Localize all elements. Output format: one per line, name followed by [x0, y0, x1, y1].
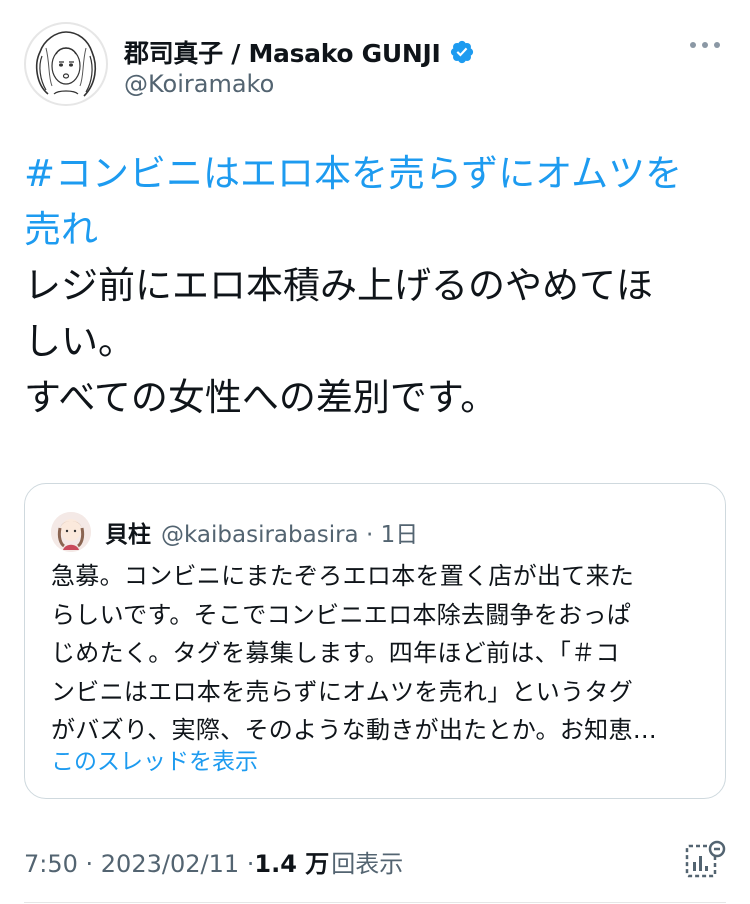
- tweet-body-line-3: すべての女性への差別です。: [24, 376, 498, 419]
- quoted-tweet-card[interactable]: 貝柱 @kaibasirabasira · 1日 急募。コンビニにまたぞろエロ本…: [24, 483, 726, 799]
- verified-badge-icon: [450, 40, 473, 64]
- more-icon[interactable]: [690, 42, 720, 52]
- hashtag-line-1[interactable]: #コンビニはエロ本を売らずにオムツを: [24, 152, 682, 195]
- author-avatar[interactable]: [24, 22, 108, 106]
- tweet-text: #コンビニはエロ本を売らずにオムツを 売れ レジ前にエロ本積み上げるのやめてほ …: [24, 146, 724, 426]
- quoted-author-avatar: [51, 512, 91, 552]
- quoted-author-name: 貝柱: [105, 522, 151, 548]
- hashtag-line-2[interactable]: 売れ: [24, 208, 98, 251]
- tweet-header: 郡司真子 / Masako GUNJI @Koiramako: [24, 22, 726, 114]
- tweet-meta: 7:50 · 2023/02/11 · 1.4 万 回表示: [24, 844, 403, 879]
- tweet-body-line-1: レジ前にエロ本積み上げるのやめてほ: [24, 264, 653, 307]
- quoted-author-handle-time: @kaibasirabasira · 1日: [161, 522, 419, 548]
- quoted-text-line: 急募。コンビニにまたぞろエロ本を置く店が出て来た: [51, 562, 635, 590]
- tweet-timestamp[interactable]: 7:50 · 2023/02/11 ·: [24, 850, 254, 878]
- more-dot: [714, 42, 720, 48]
- show-thread-link[interactable]: このスレッドを表示: [51, 742, 258, 776]
- analytics-icon[interactable]: [682, 838, 728, 884]
- quoted-tweet-text: 急募。コンビニにまたぞろエロ本を置く店が出て来た らしいです。そこでコンビニエロ…: [51, 557, 711, 750]
- hashtag-link[interactable]: #コンビニはエロ本を売らずにオムツを 売れ: [24, 146, 724, 258]
- quoted-tweet-header: 貝柱 @kaibasirabasira · 1日: [51, 512, 418, 552]
- tweet-body-line-2: しい。: [24, 320, 135, 363]
- author-display-name[interactable]: 郡司真子 / Masako GUNJI: [124, 34, 441, 70]
- more-dot: [702, 42, 708, 48]
- quoted-text-line: じめたく。タグを募集します。四年ほど前は、「＃コ: [51, 639, 620, 667]
- divider: [24, 902, 726, 903]
- views-count: 1.4 万: [254, 850, 330, 878]
- more-dot: [690, 42, 696, 48]
- quoted-text-line: らしいです。そこでコンビニエロ本除去闘争をおっぱ: [51, 600, 632, 629]
- author-name-row[interactable]: 郡司真子 / Masako GUNJI: [124, 34, 475, 70]
- views-label: 回表示: [331, 850, 404, 878]
- quoted-text-line: ンビニはエロ本を売らずにオムツを売れ」というタグ: [51, 677, 633, 706]
- author-handle[interactable]: @Koiramako: [124, 70, 274, 98]
